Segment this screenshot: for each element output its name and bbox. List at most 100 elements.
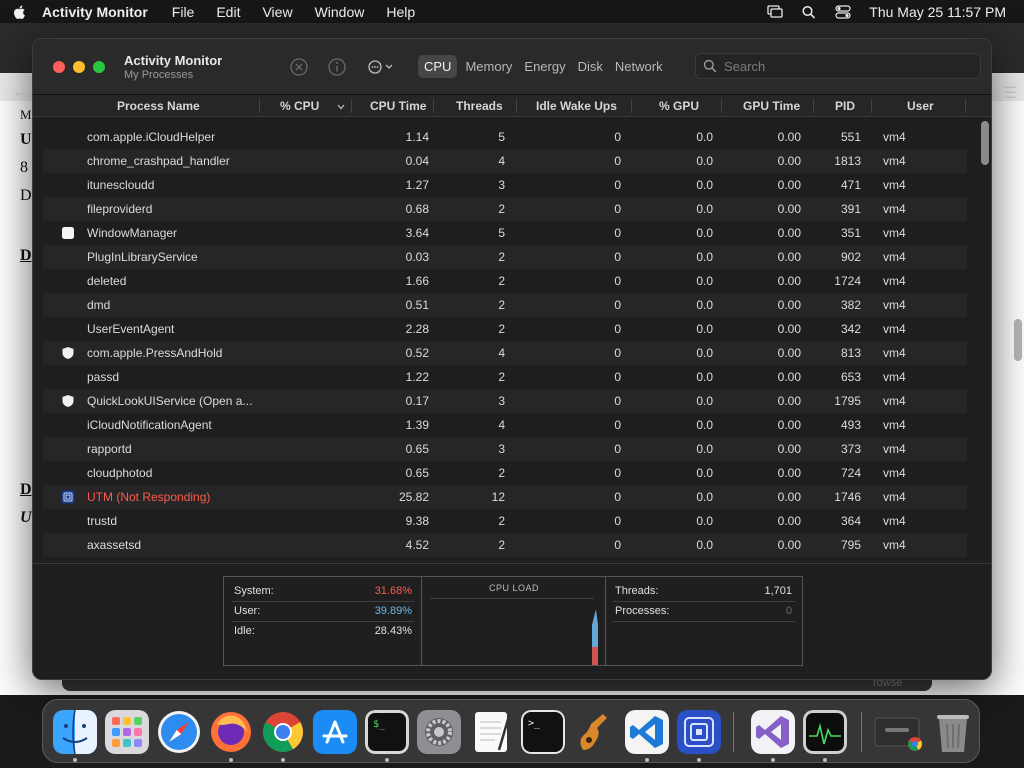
close-window-button[interactable]: [53, 61, 65, 73]
table-row[interactable]: trustd 9.38 2 0 0.0 0.00 364 vm4: [43, 509, 967, 533]
table-row-not-responding[interactable]: UTM (Not Responding) 25.82 12 0 0.0 0.00…: [43, 485, 967, 509]
search-field[interactable]: [695, 53, 981, 79]
gpu-time-cell: 0.00: [777, 370, 801, 384]
column-header-cpu-percent[interactable]: % CPU: [280, 99, 319, 113]
column-divider[interactable]: [351, 99, 352, 113]
gpu-time-cell: 0.00: [777, 154, 801, 168]
process-name: UserEventAgent: [87, 322, 175, 336]
user-cell: vm4: [883, 274, 906, 288]
app-store-icon[interactable]: [313, 710, 357, 754]
background-scrollbar[interactable]: [1014, 319, 1022, 361]
table-row[interactable]: com.apple.PressAndHold 0.52 4 0 0.0 0.00…: [43, 341, 967, 365]
process-name: trustd: [87, 514, 118, 528]
table-scrollbar[interactable]: [981, 121, 989, 165]
running-indicator: [645, 758, 649, 762]
control-center-icon[interactable]: [835, 4, 851, 19]
apple-menu-icon[interactable]: [12, 4, 28, 20]
minimize-window-button[interactable]: [73, 61, 85, 73]
info-icon[interactable]: [327, 57, 347, 77]
column-divider[interactable]: [965, 99, 966, 113]
safari-icon[interactable]: [157, 710, 201, 754]
gpu-percent-cell: 0.0: [696, 322, 713, 336]
table-row[interactable]: fileproviderd 0.68 2 0 0.0 0.00 391 vm4: [43, 197, 967, 221]
more-actions-icon[interactable]: [365, 57, 397, 77]
textedit-icon[interactable]: [469, 710, 513, 754]
table-row[interactable]: itunescloudd 1.27 3 0 0.0 0.00 471 vm4: [43, 173, 967, 197]
chrome-window-icon[interactable]: [873, 710, 925, 754]
table-row[interactable]: com.apple.iCloudHelper 1.14 5 0 0.0 0.00…: [43, 125, 967, 149]
running-indicator: [229, 758, 233, 762]
table-row[interactable]: cloudphotod 0.65 2 0 0.0 0.00 724 vm4: [43, 461, 967, 485]
garageband-icon[interactable]: [573, 710, 617, 754]
column-header-user[interactable]: User: [907, 99, 934, 113]
stop-process-icon[interactable]: [289, 57, 309, 77]
menu-edit[interactable]: Edit: [216, 4, 240, 20]
spotlight-search-icon[interactable]: [801, 5, 817, 19]
visual-studio-icon[interactable]: [751, 710, 795, 754]
vscode-icon[interactable]: [625, 710, 669, 754]
pid-cell: 1813: [834, 154, 861, 168]
tab-network[interactable]: Network: [611, 55, 667, 78]
pid-cell: 1724: [834, 274, 861, 288]
column-header-process-name[interactable]: Process Name: [117, 99, 200, 113]
table-row[interactable]: UserEventAgent 2.28 2 0 0.0 0.00 342 vm4: [43, 317, 967, 341]
table-row[interactable]: dmd 0.51 2 0 0.0 0.00 382 vm4: [43, 293, 967, 317]
tab-cpu[interactable]: CPU: [418, 54, 458, 78]
table-row[interactable]: rapportd 0.65 3 0 0.0 0.00 373 vm4: [43, 437, 967, 461]
finder-icon[interactable]: [53, 710, 97, 754]
launchpad-icon[interactable]: [105, 710, 149, 754]
user-cell: vm4: [883, 442, 906, 456]
column-header-gpu-time[interactable]: GPU Time: [743, 99, 800, 113]
tab-energy[interactable]: Energy: [520, 55, 569, 78]
table-row[interactable]: deleted 1.66 2 0 0.0 0.00 1724 vm4: [43, 269, 967, 293]
processes-label: Processes:: [615, 605, 670, 617]
gpu-time-cell: 0.00: [777, 490, 801, 504]
process-name: axassetsd: [87, 538, 142, 552]
column-divider[interactable]: [631, 99, 632, 113]
screen-mirroring-icon[interactable]: [767, 4, 783, 19]
terminal-dark-icon[interactable]: >_: [521, 710, 565, 754]
utm-icon[interactable]: [677, 710, 721, 754]
table-row[interactable]: iCloudNotificationAgent 1.39 4 0 0.0 0.0…: [43, 413, 967, 437]
gpu-percent-cell: 0.0: [696, 202, 713, 216]
column-divider[interactable]: [871, 99, 872, 113]
column-divider[interactable]: [259, 99, 260, 113]
menu-view[interactable]: View: [262, 4, 292, 20]
column-header-cpu-time[interactable]: CPU Time: [370, 99, 426, 113]
search-input[interactable]: [724, 58, 964, 74]
tab-disk[interactable]: Disk: [574, 55, 607, 78]
column-divider[interactable]: [433, 99, 434, 113]
column-divider[interactable]: [516, 99, 517, 113]
table-row[interactable]: PlugInLibraryService 0.03 2 0 0.0 0.00 9…: [43, 245, 967, 269]
trash-icon[interactable]: [931, 710, 975, 754]
gpu-percent-cell: 0.0: [696, 154, 713, 168]
column-header-threads[interactable]: Threads: [456, 99, 503, 113]
terminal-icon[interactable]: $_: [365, 710, 409, 754]
divider: [421, 577, 422, 665]
column-divider[interactable]: [813, 99, 814, 113]
table-row[interactable]: QuickLookUIService (Open a... 0.17 3 0 0…: [43, 389, 967, 413]
menu-window[interactable]: Window: [315, 4, 365, 20]
zoom-window-button[interactable]: [93, 61, 105, 73]
menu-help[interactable]: Help: [386, 4, 415, 20]
column-header-pid[interactable]: PID: [835, 99, 855, 113]
column-header-idle-wake-ups[interactable]: Idle Wake Ups: [536, 99, 617, 113]
tab-memory[interactable]: Memory: [461, 55, 516, 78]
process-name: QuickLookUIService (Open a...: [87, 394, 253, 408]
system-settings-icon[interactable]: [417, 710, 461, 754]
menu-clock[interactable]: Thu May 25 11:57 PM: [869, 4, 1006, 20]
idle-wake-ups-cell: 0: [614, 250, 621, 264]
table-row[interactable]: passd 1.22 2 0 0.0 0.00 653 vm4: [43, 365, 967, 389]
firefox-icon[interactable]: [209, 710, 253, 754]
column-header-gpu-percent[interactable]: % GPU: [659, 99, 699, 113]
sort-descending-icon[interactable]: [337, 104, 345, 110]
process-name: chrome_crashpad_handler: [87, 154, 230, 168]
menu-app-name[interactable]: Activity Monitor: [42, 4, 148, 20]
table-row[interactable]: chrome_crashpad_handler 0.04 4 0 0.0 0.0…: [43, 149, 967, 173]
activity-monitor-icon[interactable]: [803, 710, 847, 754]
menu-file[interactable]: File: [172, 4, 195, 20]
column-divider[interactable]: [721, 99, 722, 113]
table-row[interactable]: WindowManager 3.64 5 0 0.0 0.00 351 vm4: [43, 221, 967, 245]
table-row[interactable]: axassetsd 4.52 2 0 0.0 0.00 795 vm4: [43, 533, 967, 557]
chrome-icon[interactable]: [261, 710, 305, 754]
